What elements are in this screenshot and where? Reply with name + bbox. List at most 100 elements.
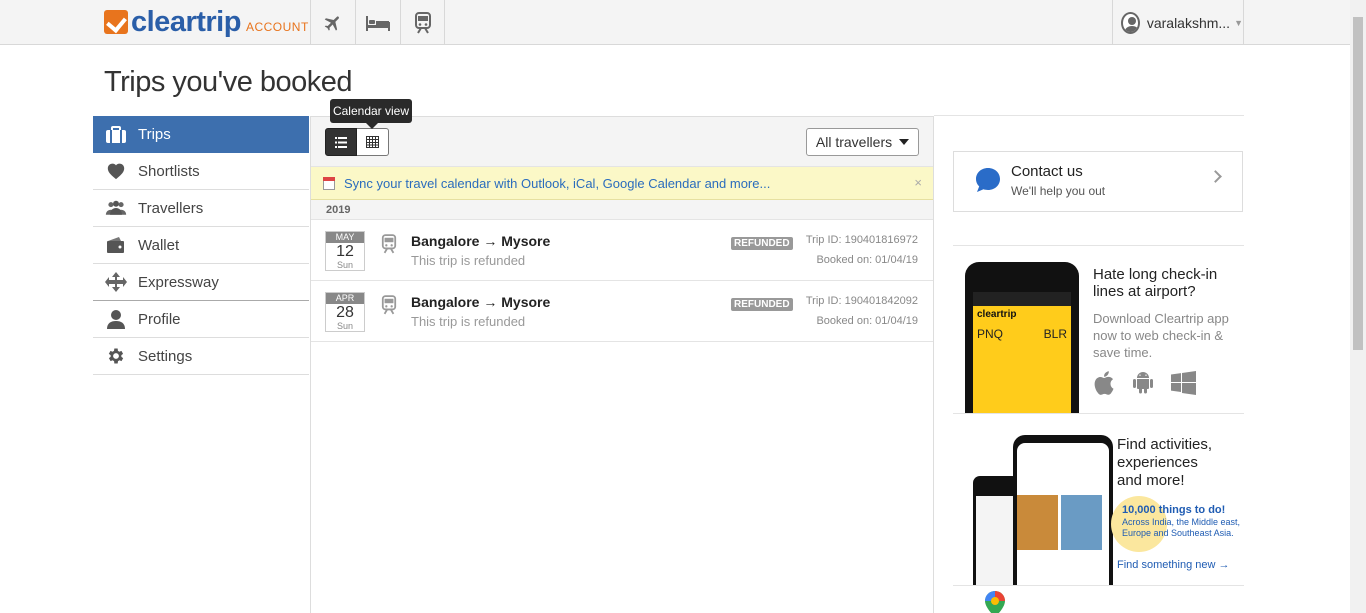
person-icon: [105, 309, 127, 329]
people-icon: [105, 198, 127, 218]
trips-toolbar: All travellers: [311, 117, 933, 167]
trip-weekday: Sun: [336, 321, 353, 331]
trip-weekday: Sun: [336, 260, 353, 270]
trip-id: Trip ID: 190401842092: [805, 295, 918, 307]
sidebar-item-label: Settings: [138, 347, 193, 365]
contact-title: Contact us: [1011, 163, 1083, 180]
close-icon[interactable]: ×: [914, 175, 922, 190]
hotels-nav-button[interactable]: [355, 0, 400, 45]
product-nav: [310, 0, 445, 45]
google-promo-card[interactable]: [953, 586, 1244, 613]
list-view-button[interactable]: [325, 128, 357, 156]
android-icon[interactable]: [1131, 371, 1155, 395]
sidebar-item-label: Profile: [138, 310, 181, 328]
boarding-pass-screen: cleartrip PNQ BLR: [973, 292, 1071, 413]
sidebar-item-wallet[interactable]: Wallet: [93, 227, 309, 264]
trip-id: Trip ID: 190401816972: [805, 234, 918, 246]
phone-image: cleartrip PNQ BLR: [965, 262, 1079, 413]
status-badge: REFUNDED: [731, 298, 793, 311]
gear-icon: [105, 346, 127, 366]
year-header: 2019: [311, 200, 933, 220]
chat-bubble-icon: [976, 168, 1000, 192]
activities-count: 10,000 things to do!: [1122, 504, 1226, 516]
wallet-icon: [105, 235, 127, 255]
sidebar-item-label: Wallet: [138, 236, 180, 254]
sidebar-item-profile[interactable]: Profile: [93, 301, 309, 338]
sidebar-item-label: Trips: [138, 126, 171, 143]
train-icon: [414, 11, 431, 34]
train-icon: [381, 295, 397, 315]
chevron-down-icon: ▼: [1234, 17, 1243, 28]
travellers-dropdown[interactable]: All travellers: [806, 128, 919, 156]
travellers-dropdown-label: All travellers: [815, 134, 893, 150]
brand-name: cleartrip: [131, 5, 241, 38]
trip-date: APR 28 Sun: [325, 292, 365, 332]
trip-row[interactable]: MAY 12 Sun Bangalore → Mysore This trip …: [311, 220, 933, 281]
cleartrip-logo[interactable]: cleartrip ACCOUNT: [104, 6, 309, 38]
brand-subtitle: ACCOUNT: [245, 20, 309, 34]
contact-us-card[interactable]: Contact us We'll help you out: [953, 151, 1243, 212]
view-switcher: [325, 128, 389, 156]
heart-icon: [105, 161, 127, 181]
suitcase-icon: [105, 125, 127, 145]
calendar-view-tooltip: Calendar view: [330, 99, 412, 129]
activities-heading: Find activities, experiences and more!: [1117, 436, 1213, 489]
flights-nav-button[interactable]: [310, 0, 355, 45]
scrollbar-thumb[interactable]: [1353, 17, 1363, 350]
apple-icon[interactable]: [1093, 371, 1115, 395]
top-bar: cleartrip ACCOUNT varalakshm... ▼: [0, 0, 1350, 45]
caret-down-icon: [899, 139, 910, 145]
activities-promo-card[interactable]: Find activities, experiences and more! 1…: [953, 414, 1244, 586]
trip-day: 12: [336, 243, 354, 260]
sync-calendar-banner: Sync your travel calendar with Outlook, …: [311, 167, 933, 200]
sidebar-item-label: Shortlists: [138, 162, 200, 180]
page-scrollbar[interactable]: [1350, 0, 1366, 613]
checkmark-icon: [104, 10, 128, 34]
activities-regions: Across India, the Middle east, Europe an…: [1122, 517, 1241, 538]
trip-day: 28: [336, 304, 354, 321]
username: varalakshm...: [1146, 14, 1231, 31]
origin-code: PNQ: [977, 327, 1004, 341]
sidebar: Trips Shortlists Travellers Wallet Expre…: [93, 116, 309, 375]
booked-date: Booked on: 01/04/19: [816, 315, 918, 327]
sidebar-item-label: Expressway: [138, 273, 219, 291]
find-something-new-link[interactable]: Find something new →: [1117, 559, 1230, 571]
sync-calendar-link[interactable]: Sync your travel calendar with Outlook, …: [344, 176, 770, 191]
sidebar-item-settings[interactable]: Settings: [93, 338, 309, 375]
status-badge: REFUNDED: [731, 237, 793, 250]
trip-route[interactable]: Bangalore → Mysore: [411, 294, 550, 310]
sidebar-item-trips[interactable]: Trips: [93, 116, 309, 153]
sidebar-item-travellers[interactable]: Travellers: [93, 190, 309, 227]
calendar-view-button[interactable]: [357, 128, 389, 156]
sidebar-item-shortlists[interactable]: Shortlists: [93, 153, 309, 190]
trips-panel: All travellers Sync your travel calendar…: [310, 116, 934, 613]
destination-code: BLR: [1043, 327, 1067, 341]
calendar-grid-icon: [366, 136, 379, 148]
avatar: [1121, 11, 1140, 34]
sidebar-item-expressway[interactable]: Expressway: [93, 264, 309, 301]
windows-icon[interactable]: [1171, 371, 1197, 395]
expressway-icon: [105, 272, 127, 292]
app-store-icons: [1093, 371, 1197, 395]
contact-subtitle: We'll help you out: [1011, 184, 1106, 198]
app-promo-card[interactable]: cleartrip PNQ BLR Hate long check-in line…: [953, 245, 1244, 414]
airplane-icon: [324, 15, 339, 31]
trains-nav-button[interactable]: [400, 0, 445, 45]
trip-month: MAY: [326, 232, 364, 243]
list-icon: [335, 136, 347, 148]
trip-row[interactable]: APR 28 Sun Bangalore → Mysore This trip …: [311, 281, 933, 342]
right-divider: [934, 115, 1244, 116]
trip-date: MAY 12 Sun: [325, 231, 365, 271]
google-maps-icon: [985, 591, 1005, 613]
booked-date: Booked on: 01/04/19: [816, 254, 918, 266]
trip-status: This trip is refunded: [411, 314, 526, 329]
trip-route[interactable]: Bangalore → Mysore: [411, 233, 550, 249]
sidebar-item-label: Travellers: [138, 199, 204, 217]
phone-image-large: [1013, 435, 1113, 585]
app-promo-body: Download Cleartrip app now to web check-…: [1093, 311, 1229, 360]
chevron-right-icon: [1209, 170, 1222, 183]
bed-icon: [366, 15, 390, 31]
user-menu[interactable]: varalakshm... ▼: [1112, 0, 1244, 45]
trip-status: This trip is refunded: [411, 253, 526, 268]
trip-month: APR: [326, 293, 364, 304]
